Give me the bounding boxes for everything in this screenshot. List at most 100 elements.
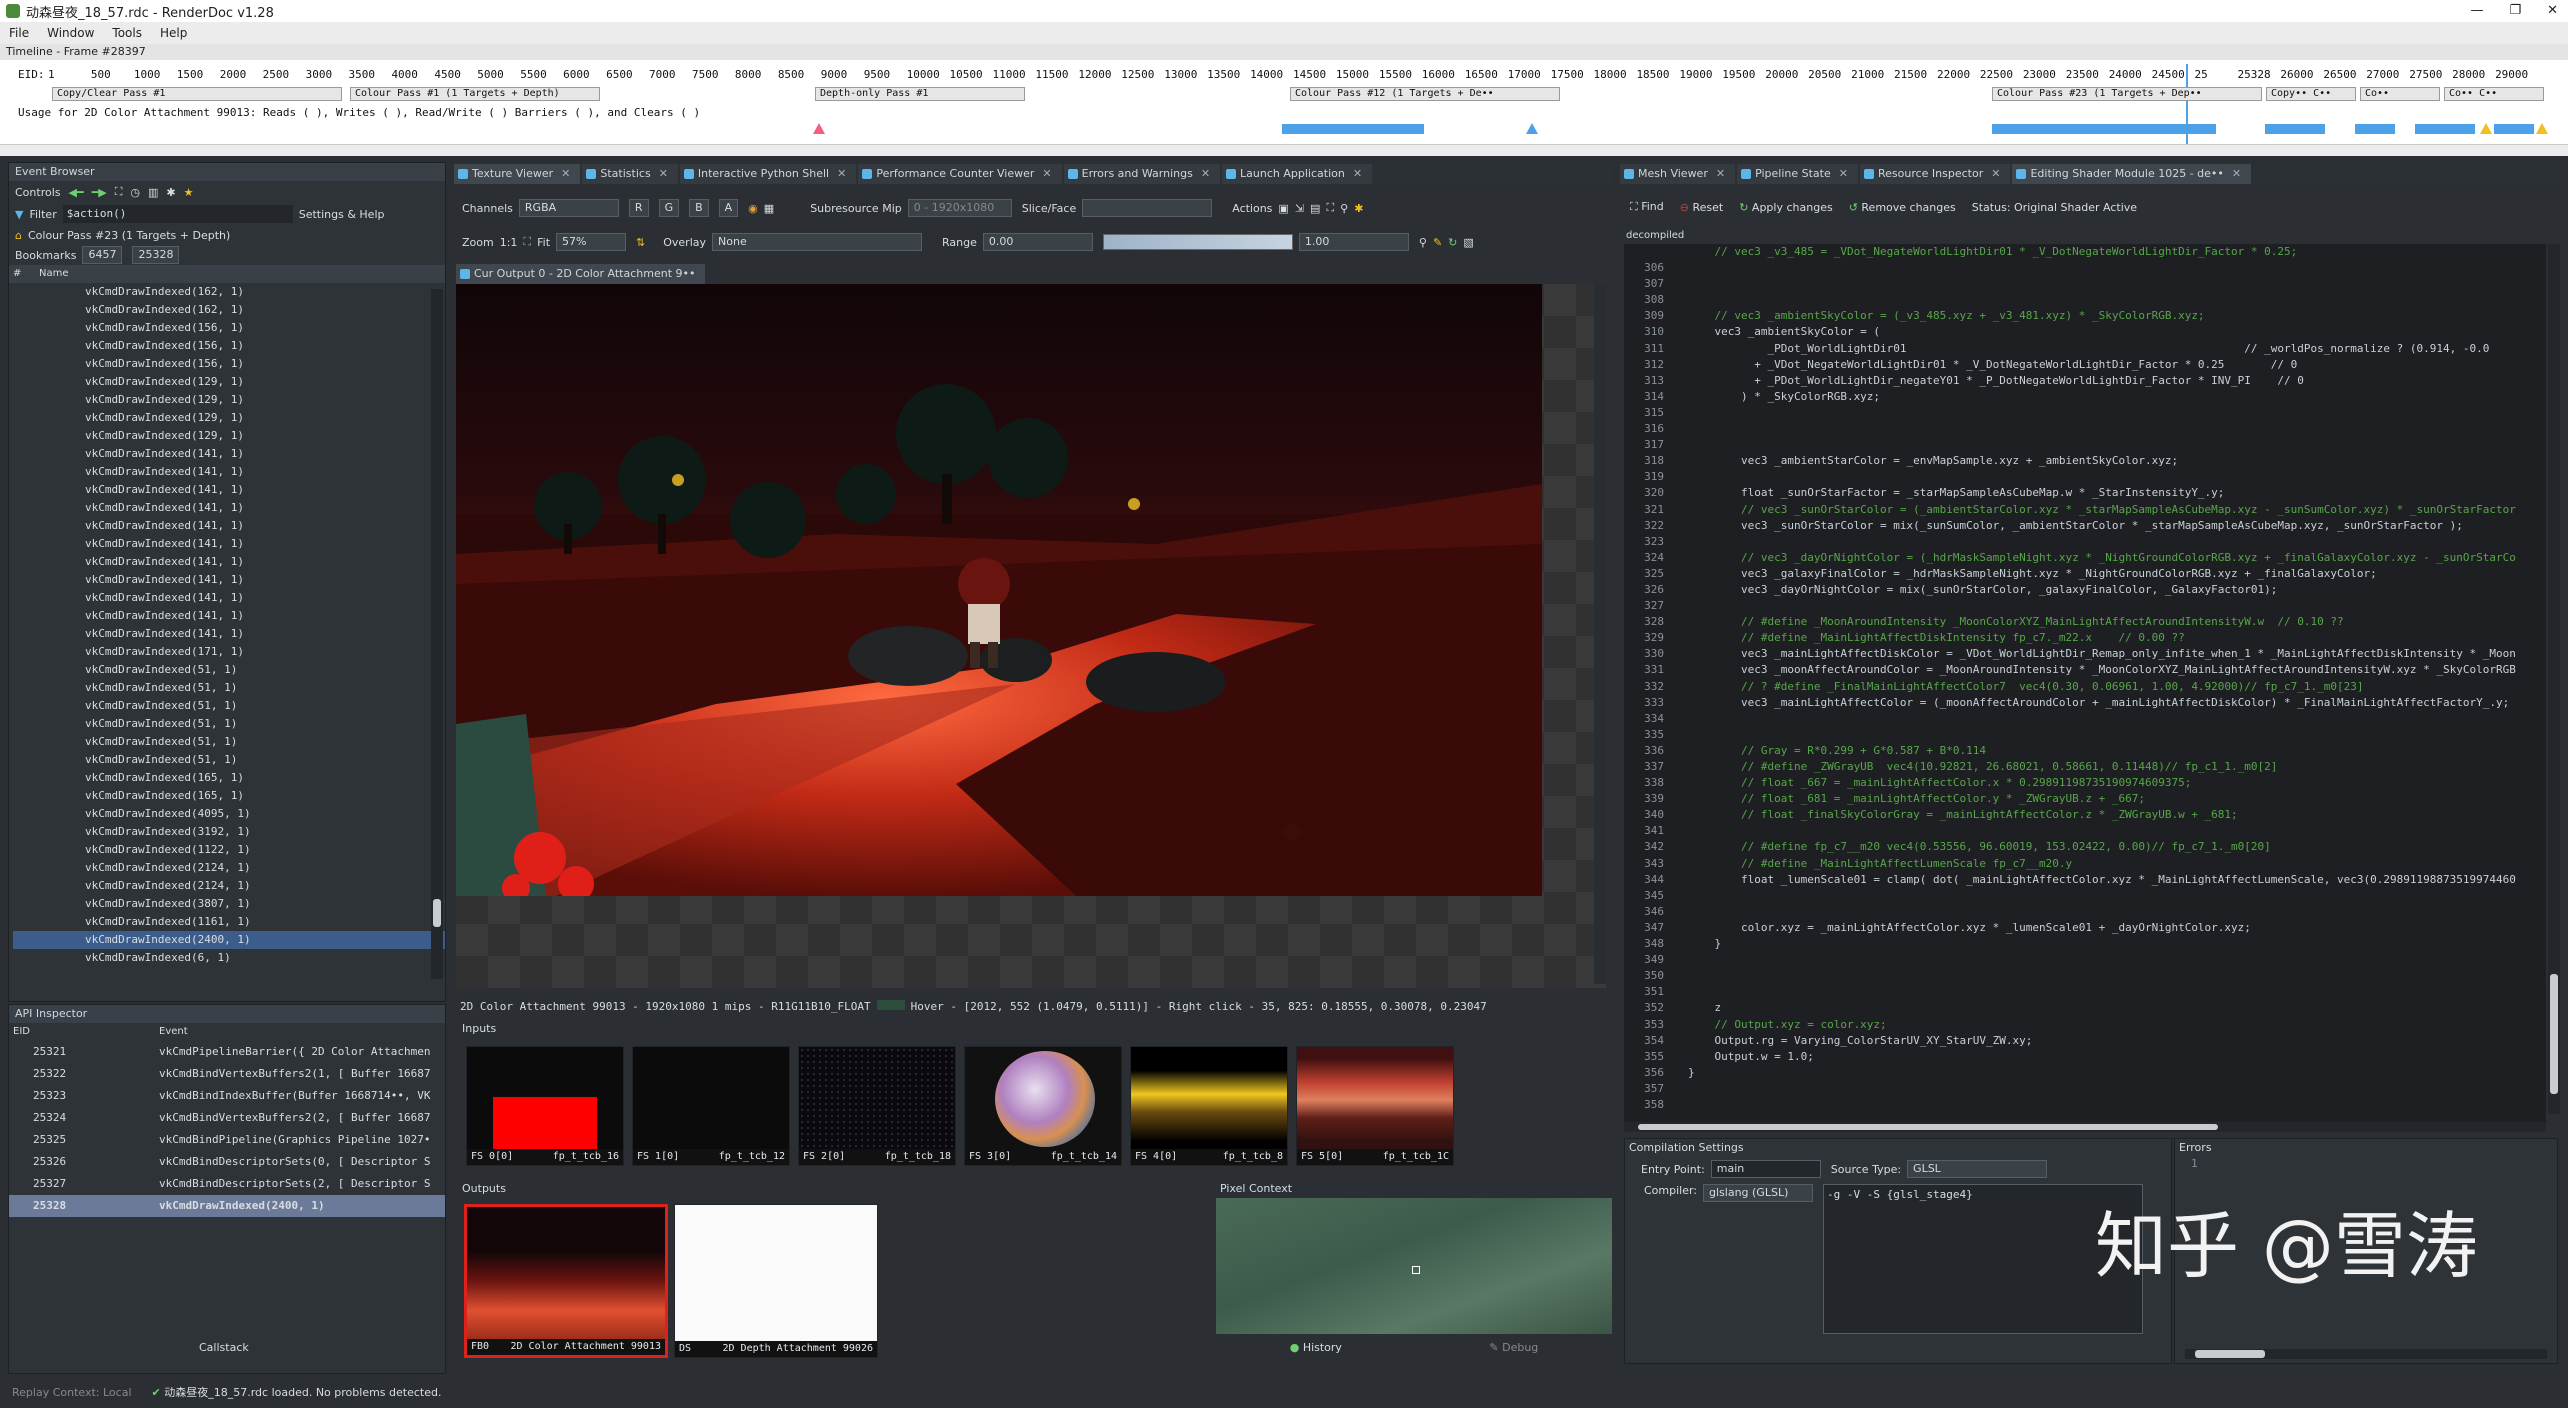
event-row[interactable]: vkCmdDrawIndexed(2124, 1)	[13, 859, 445, 877]
event-row[interactable]: vkCmdDrawIndexed(141, 1)	[13, 553, 445, 571]
api-row[interactable]: 25324 vkCmdBindVertexBuffers2(2, [ Buffer…	[9, 1107, 445, 1129]
bookmark-button[interactable]: 25328	[132, 246, 180, 264]
event-row[interactable]: vkCmdDrawIndexed(141, 1)	[13, 463, 445, 481]
output-thumbnail-ds[interactable]: DS 2D Depth Attachment 99026	[674, 1204, 878, 1358]
range-max-input[interactable]: 1.00	[1298, 233, 1409, 251]
api-row[interactable]: 25326 vkCmdBindDescriptorSets(0, [ Descri…	[9, 1151, 445, 1173]
texture-vscroll[interactable]	[1594, 284, 1606, 984]
event-row[interactable]: vkCmdDrawIndexed(141, 1)	[13, 535, 445, 553]
event-row[interactable]: vkCmdDrawIndexed(141, 1)	[13, 589, 445, 607]
event-row[interactable]: vkCmdDrawIndexed(156, 1)	[13, 319, 445, 337]
event-row[interactable]: vkCmdDrawIndexed(162, 1)	[13, 301, 445, 319]
tab-errors-warnings[interactable]: Errors and Warnings ✕	[1063, 164, 1221, 184]
overlay-select[interactable]: None	[712, 233, 923, 251]
event-row[interactable]: vkCmdDrawIndexed(129, 1)	[13, 391, 445, 409]
tab-edit-shader[interactable]: Editing Shader Module 1025 - de•• ✕	[2012, 164, 2252, 184]
minimize-button[interactable]: —	[2470, 0, 2483, 22]
event-row[interactable]: vkCmdDrawIndexed(3192, 1)	[13, 823, 445, 841]
find-icon[interactable]: ⛶	[115, 185, 123, 199]
mip-select[interactable]: 0 - 1920x1080	[907, 199, 1012, 217]
input-thumbnail[interactable]: FS 4[0] fp_t_tcb_8	[1130, 1046, 1288, 1166]
debug-button[interactable]: ✎ Debug	[1489, 1341, 1538, 1354]
event-row[interactable]: vkCmdDrawIndexed(129, 1)	[13, 427, 445, 445]
api-row[interactable]: 25323 vkCmdBindIndexBuffer(Buffer 1668714…	[9, 1085, 445, 1107]
channel-g-toggle[interactable]: G	[658, 199, 680, 217]
zoom-range-icon[interactable]: ⚲	[1419, 236, 1427, 249]
event-row[interactable]: vkCmdDrawIndexed(156, 1)	[13, 337, 445, 355]
api-row[interactable]: 25321 vkCmdPipelineBarrier({ 2D Color Att…	[9, 1041, 445, 1063]
find-button[interactable]: ⛶ Find	[1630, 200, 1664, 214]
timer-icon[interactable]: ◷	[130, 186, 140, 199]
event-row[interactable]: vkCmdDrawIndexed(141, 1)	[13, 571, 445, 589]
timeline-pass[interactable]: Copy/Clear Pass #1	[52, 87, 342, 101]
flip-icon[interactable]: ⇅	[636, 236, 645, 249]
remove-button[interactable]: ↺ Remove changes	[1849, 201, 1956, 214]
event-row[interactable]: vkCmdDrawIndexed(51, 1)	[13, 751, 445, 769]
col-eid[interactable]: EID	[9, 1023, 159, 1041]
timeline-pass[interactable]: Colour Pass #23 (1 Targets + Dep••	[1992, 87, 2262, 101]
channels-select[interactable]: RGBA	[518, 199, 619, 217]
close-button[interactable]: ✕	[2547, 0, 2558, 22]
tab-launch-application[interactable]: Launch Application ✕	[1222, 164, 1373, 184]
code-hscroll[interactable]	[1624, 1122, 2546, 1132]
texture-canvas[interactable]	[456, 284, 1606, 988]
input-thumbnail[interactable]: FS 3[0] fp_t_tcb_14	[964, 1046, 1122, 1166]
tab-performance-counter[interactable]: Performance Counter Viewer ✕	[858, 164, 1062, 184]
tab-resource-inspector[interactable]: Resource Inspector ✕	[1859, 164, 2011, 184]
range-min-input[interactable]: 0.00	[982, 233, 1093, 251]
callstack-label[interactable]: Callstack	[199, 1341, 249, 1354]
tab-python-shell[interactable]: Interactive Python Shell ✕	[679, 164, 857, 184]
col-event[interactable]: Event	[159, 1023, 188, 1041]
event-row[interactable]: vkCmdDrawIndexed(2124, 1)	[13, 877, 445, 895]
event-row[interactable]: vkCmdDrawIndexed(162, 1)	[13, 283, 445, 301]
api-row[interactable]: 25322 vkCmdBindVertexBuffers2(1, [ Buffer…	[9, 1063, 445, 1085]
event-row[interactable]: vkCmdDrawIndexed(129, 1)	[13, 373, 445, 391]
tab-pipeline-state[interactable]: Pipeline State ✕	[1737, 164, 1858, 184]
api-row[interactable]: 25327 vkCmdBindDescriptorSets(2, [ Descri…	[9, 1173, 445, 1195]
binoculars-icon[interactable]: ⛶	[1326, 201, 1334, 215]
timeline[interactable]: EID: 1 500 1000 1500 2000 2500 3000 3500 4000 450…	[0, 60, 2568, 156]
menu-file[interactable]: File	[9, 26, 29, 40]
event-row[interactable]: vkCmdDrawIndexed(141, 1)	[13, 625, 445, 643]
event-row[interactable]: vkCmdDrawIndexed(165, 1)	[13, 769, 445, 787]
errors-hscroll[interactable]	[2185, 1349, 2547, 1359]
input-thumbnail[interactable]: FS 2[0] fp_t_tcb_18	[798, 1046, 956, 1166]
event-row[interactable]: vkCmdDrawIndexed(51, 1)	[13, 661, 445, 679]
open-icon[interactable]: ▤	[1310, 202, 1320, 215]
output-thumbnail-fb0[interactable]: FB0 2D Color Attachment 99013	[464, 1204, 668, 1358]
reset-button[interactable]: ⊖ Reset	[1680, 201, 1723, 214]
api-row[interactable]: 25325 vkCmdBindPipeline(Graphics Pipeline…	[9, 1129, 445, 1151]
channel-r-toggle[interactable]: R	[628, 199, 649, 217]
filter-input[interactable]: $action()	[62, 205, 293, 223]
tab-cur-output[interactable]: Cur Output 0 - 2D Color Attachment 9••	[456, 264, 706, 284]
event-row[interactable]: vkCmdDrawIndexed(171, 1)	[13, 643, 445, 661]
shader-code-editor[interactable]: // vec3 _v3_485 = _VDot_NegateWorldLight…	[1624, 244, 2546, 1122]
stats-icon[interactable]: ▥	[148, 186, 158, 199]
col-name[interactable]: Name	[39, 265, 69, 283]
range-slider[interactable]	[1102, 234, 1293, 250]
slice-select[interactable]	[1082, 199, 1213, 217]
checker-icon[interactable]: ▦	[764, 202, 774, 215]
bookmark-icon[interactable]: ★	[184, 186, 194, 199]
event-row[interactable]: vkCmdDrawIndexed(1122, 1)	[13, 841, 445, 859]
tab-statistics[interactable]: Statistics ✕	[582, 164, 678, 184]
event-row[interactable]: vkCmdDrawIndexed(51, 1)	[13, 715, 445, 733]
event-row[interactable]: vkCmdDrawIndexed(141, 1)	[13, 499, 445, 517]
event-scrollbar[interactable]	[431, 289, 443, 979]
zoom-1-1-button[interactable]: 1:1	[500, 236, 518, 249]
next-arrow-icon[interactable]: ━▶	[92, 186, 107, 199]
entry-point-input[interactable]: main	[1710, 1160, 1821, 1178]
shader-subtab[interactable]: decompiled	[1626, 228, 1684, 244]
event-row[interactable]: vkCmdDrawIndexed(141, 1)	[13, 445, 445, 463]
event-row[interactable]: vkCmdDrawIndexed(165, 1)	[13, 787, 445, 805]
channel-b-toggle[interactable]: B	[689, 199, 709, 217]
event-row[interactable]: vkCmdDrawIndexed(51, 1)	[13, 733, 445, 751]
apply-button[interactable]: ↻ Apply changes	[1739, 201, 1832, 214]
compiler-select[interactable]: glslang (GLSL)	[1703, 1184, 1813, 1202]
code-vscroll[interactable]	[2548, 244, 2560, 1114]
event-row[interactable]: vkCmdDrawIndexed(6, 1)	[13, 949, 445, 967]
maximize-button[interactable]: ❐	[2509, 0, 2521, 22]
goto-icon[interactable]: ⇲	[1295, 202, 1304, 215]
event-row[interactable]: vkCmdDrawIndexed(129, 1)	[13, 409, 445, 427]
autofit-icon[interactable]: ✎	[1433, 236, 1442, 249]
